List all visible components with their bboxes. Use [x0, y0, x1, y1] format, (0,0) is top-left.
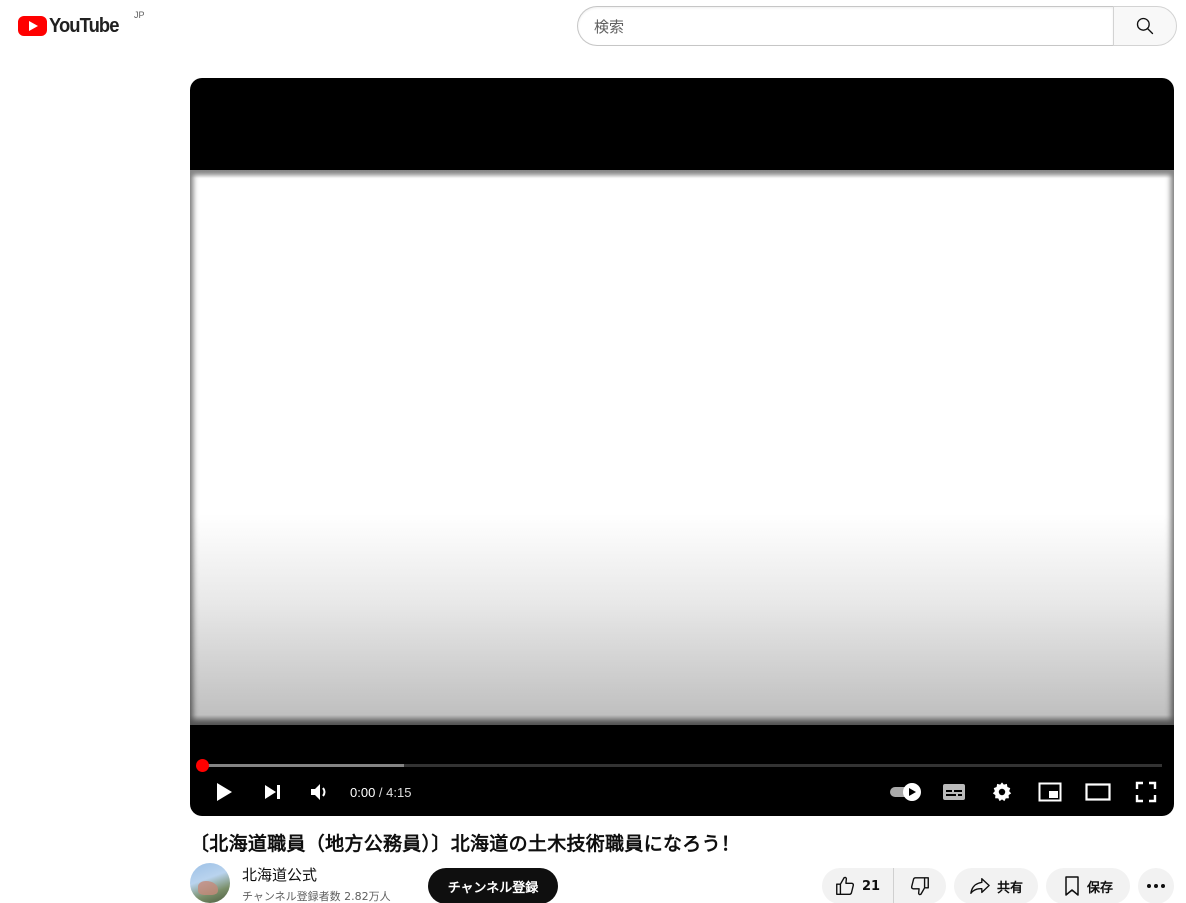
fullscreen-button[interactable] [1122, 774, 1170, 810]
subtitles-icon [943, 784, 965, 800]
progress-scrubber[interactable] [196, 759, 209, 772]
time-current: 0:00 [350, 784, 376, 800]
save-button[interactable]: 保存 [1046, 868, 1130, 903]
volume-icon [311, 784, 326, 800]
search-bar: 検索 [577, 6, 1177, 46]
youtube-logo[interactable]: YouTube JP [18, 10, 145, 38]
miniplayer-icon [1038, 782, 1062, 802]
save-label: 保存 [1086, 880, 1113, 896]
settings-button[interactable] [978, 774, 1026, 810]
autoplay-toggle-icon [890, 783, 921, 801]
time-display: 0:00 / 4:15 [350, 785, 411, 800]
video-title: 〔北海道職員（地方公務員）〕北海道の土木技術職員になろう！ [190, 833, 741, 855]
channel-info: 北海道公式 チャンネル登録者数 2.82万人 [242, 864, 391, 903]
progress-loaded [202, 764, 404, 767]
next-button[interactable] [248, 774, 296, 810]
search-icon [1136, 17, 1154, 35]
search-input[interactable]: 検索 [577, 6, 1113, 46]
volume-button[interactable] [296, 774, 344, 810]
miniplayer-button[interactable] [1026, 774, 1074, 810]
like-count: 21 [862, 878, 881, 894]
share-icon [970, 878, 990, 894]
time-separator: / [375, 784, 387, 800]
theater-mode-button[interactable] [1074, 774, 1122, 810]
channel-name[interactable]: 北海道公式 [242, 864, 391, 885]
subtitles-button[interactable] [930, 774, 978, 810]
next-icon [265, 785, 280, 799]
logo-text: YouTube [49, 14, 119, 37]
channel-avatar[interactable] [190, 863, 230, 903]
video-player[interactable]: 0:00 / 4:15 [190, 78, 1174, 816]
like-dislike-group: 21 [822, 868, 946, 903]
play-icon [217, 783, 232, 801]
subscriber-count: チャンネル登録者数 2.82万人 [242, 890, 391, 903]
country-code: JP [134, 10, 145, 20]
search-button[interactable] [1113, 6, 1177, 46]
like-button[interactable]: 21 [822, 868, 894, 903]
bookmark-icon [1065, 876, 1079, 896]
share-button[interactable]: 共有 [954, 868, 1038, 903]
thumbs-down-icon [910, 877, 929, 896]
autoplay-toggle[interactable] [882, 774, 930, 810]
progress-bar[interactable] [196, 759, 1162, 772]
channel-owner: 北海道公式 チャンネル登録者数 2.82万人 [190, 862, 391, 903]
more-actions-button[interactable] [1138, 868, 1174, 903]
thumbs-up-icon [836, 876, 855, 895]
subscribe-button[interactable]: チャンネル登録 [428, 868, 558, 903]
player-controls: 0:00 / 4:15 [190, 774, 1174, 810]
dislike-button[interactable] [894, 868, 946, 903]
fullscreen-icon [1135, 781, 1157, 803]
settings-icon [992, 782, 1012, 802]
play-button[interactable] [200, 774, 248, 810]
video-frame[interactable] [190, 170, 1174, 725]
youtube-play-logo-icon [18, 16, 47, 36]
share-label: 共有 [996, 880, 1023, 896]
theater-icon [1085, 783, 1111, 801]
more-horizontal-icon [1147, 884, 1165, 888]
time-total: 4:15 [386, 784, 412, 800]
